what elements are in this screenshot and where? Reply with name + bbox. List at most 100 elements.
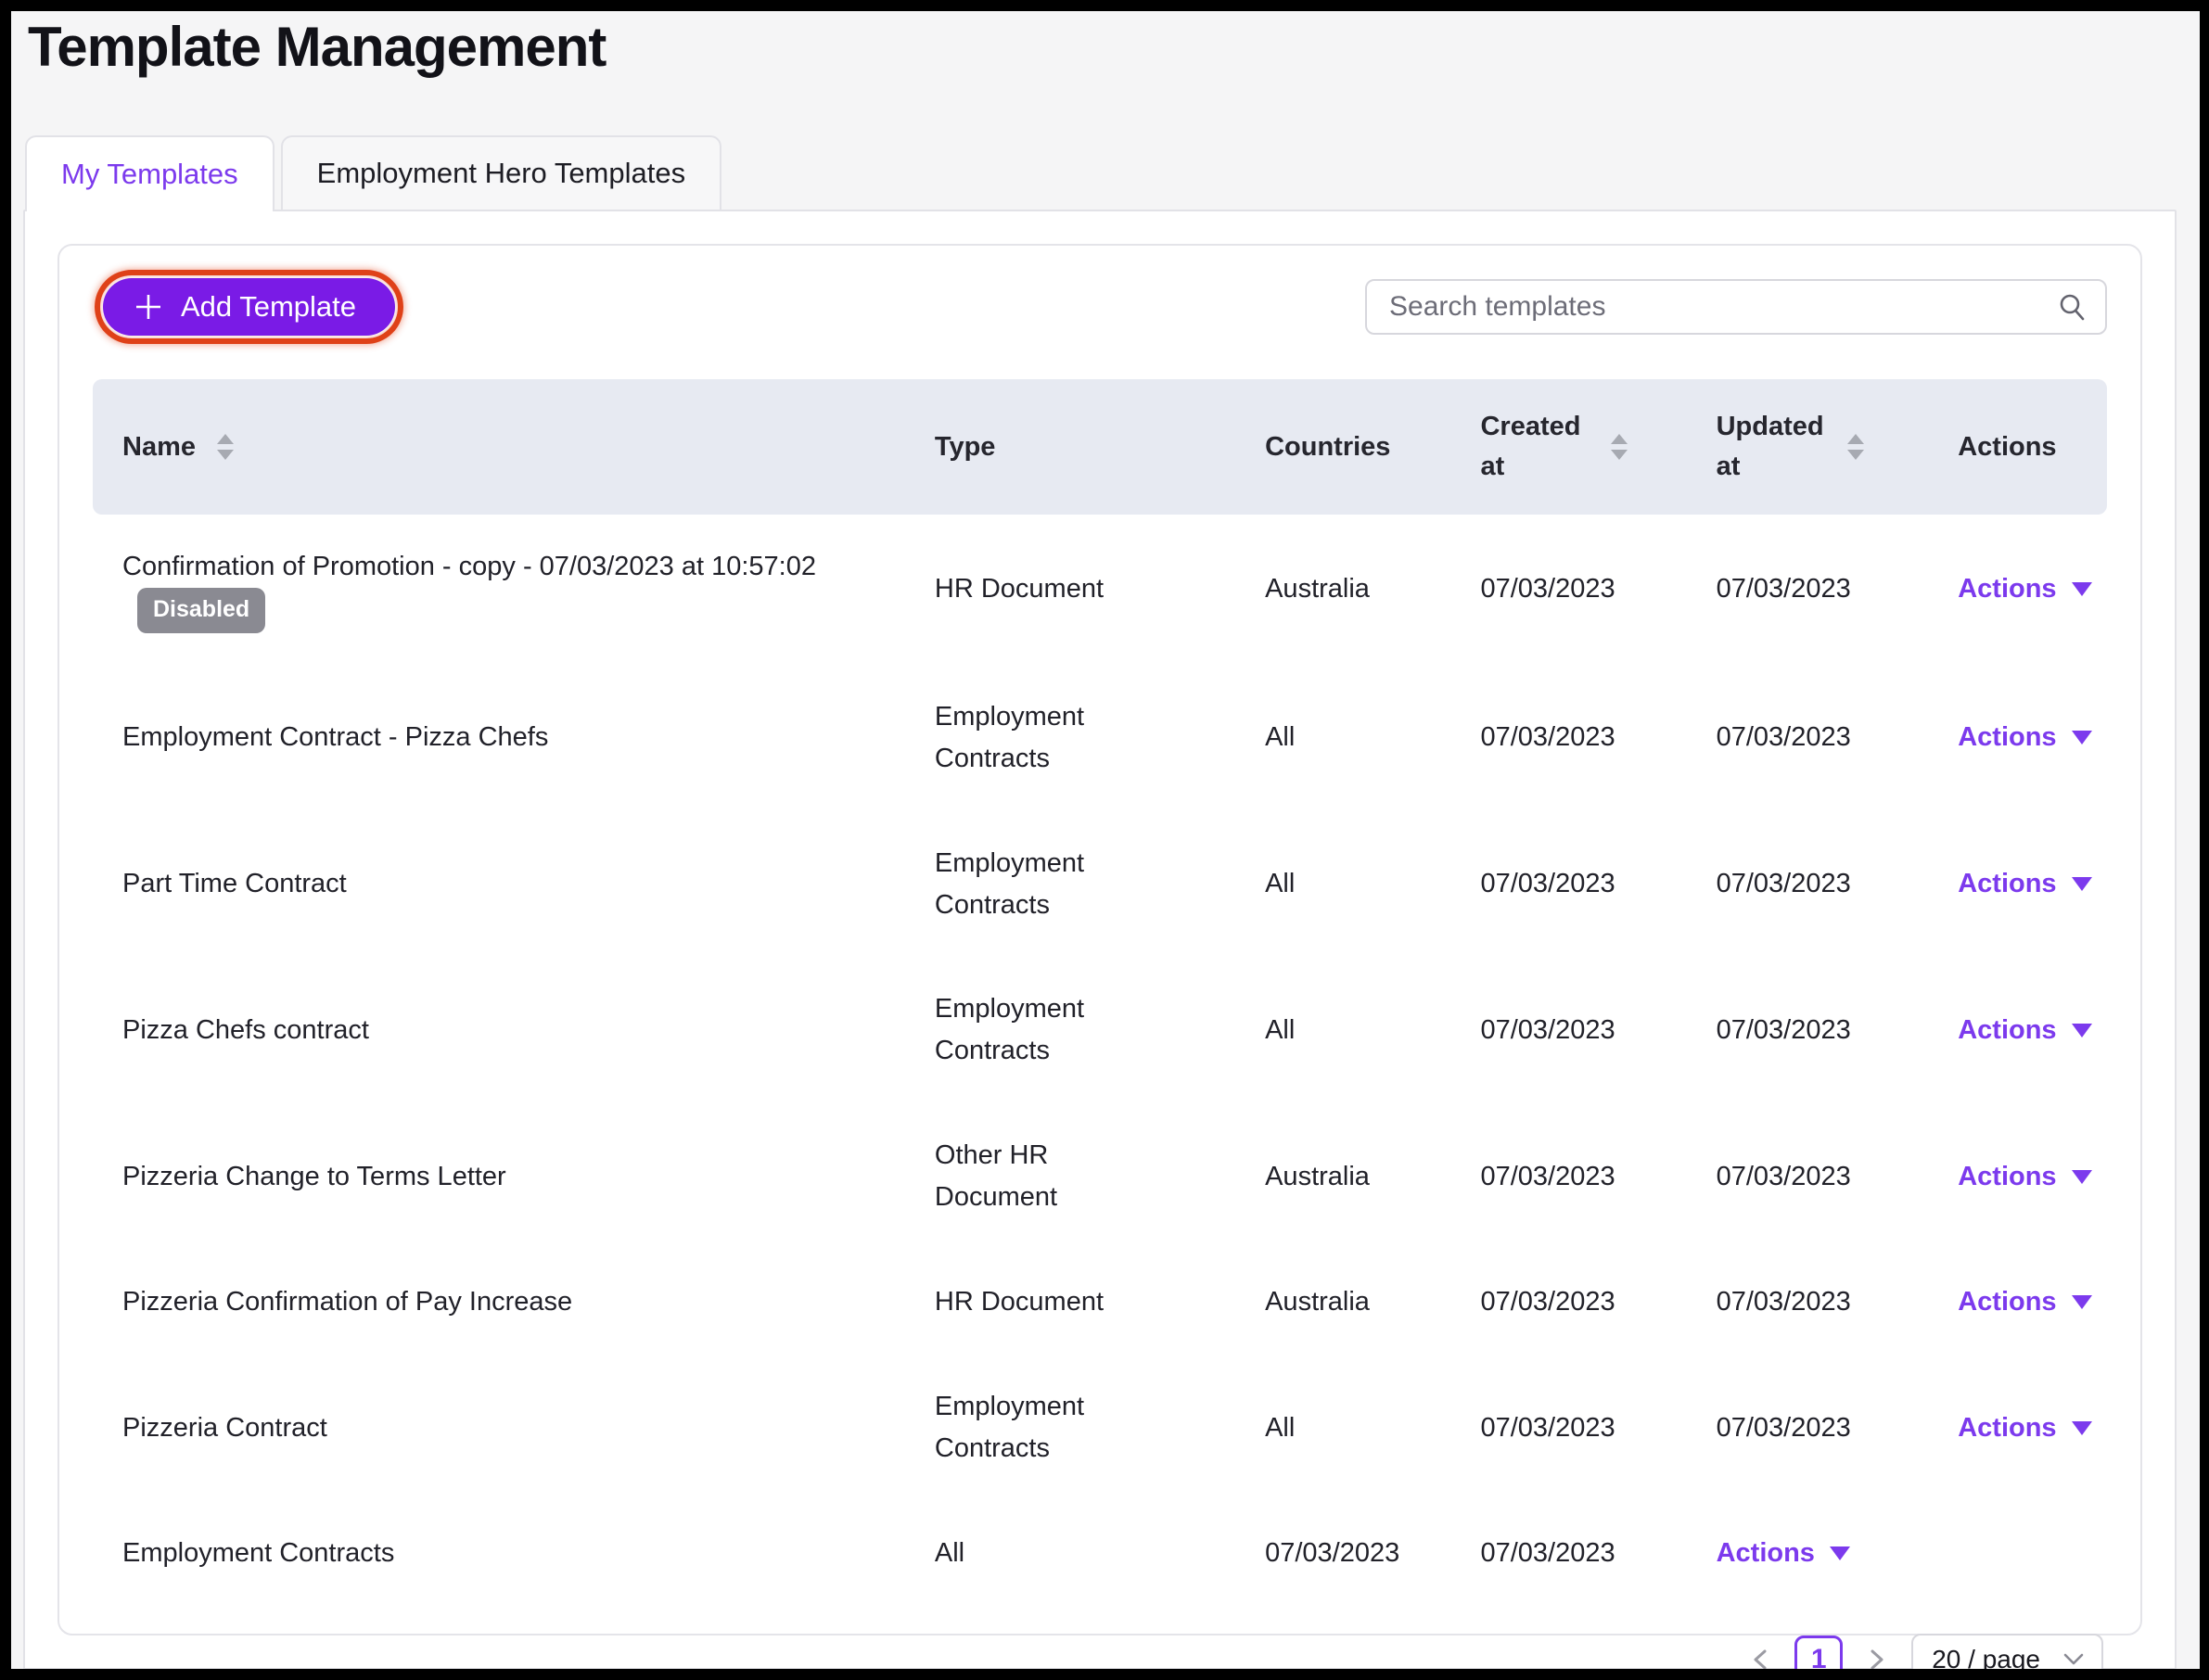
toolbar: Add Template — [93, 270, 2107, 344]
tab-label: Employment Hero Templates — [317, 157, 685, 190]
cell-name: Pizzeria Contract — [93, 1407, 935, 1449]
row-actions-button[interactable]: Actions — [1958, 1281, 2091, 1323]
column-label: Updated at — [1717, 407, 1826, 488]
annotation-highlight-ring: Add Template — [95, 270, 403, 344]
sort-arrows-icon[interactable] — [1846, 432, 1865, 462]
cell-type: All — [935, 1533, 1265, 1574]
cell-value: 07/03/2023 — [1480, 863, 1716, 905]
cell-name: Confirmation of Promotion - copy - 07/03… — [93, 546, 935, 633]
cell-value: Australia — [1265, 1156, 1480, 1198]
cell-value: 07/03/2023 — [1480, 1533, 1716, 1574]
row-actions-button[interactable]: Actions — [1958, 1156, 2091, 1198]
triangle-down-icon — [2072, 1295, 2092, 1309]
status-badge: Disabled — [137, 588, 265, 633]
search-box — [1365, 279, 2107, 335]
table-body: Confirmation of Promotion - copy - 07/03… — [93, 515, 2107, 1606]
cell-actions: Actions — [1717, 1533, 1959, 1574]
triangle-down-icon — [2072, 1170, 2092, 1184]
cell-text: 07/03/2023 — [1717, 574, 1851, 604]
cell-name: Pizzeria Confirmation of Pay Increase — [93, 1281, 935, 1323]
cell-value: Australia — [1265, 1281, 1480, 1323]
table-row: Part Time Contract Employment Contracts Al… — [93, 811, 2107, 958]
row-actions-button[interactable]: Actions — [1958, 863, 2091, 905]
cell-text: 07/03/2023 — [1717, 1287, 1851, 1317]
cell-type: Employment Contracts — [935, 696, 1265, 780]
cell-value: All — [1265, 863, 1480, 905]
cell-name: Employment Contracts — [93, 1533, 935, 1574]
cell-value: 07/03/2023 — [1480, 1010, 1716, 1051]
cell-text: 07/03/2023 — [1480, 574, 1615, 604]
cell-value: 07/03/2023 — [1265, 1533, 1480, 1574]
cell-text: 07/03/2023 — [1265, 1538, 1399, 1568]
cell-text: 07/03/2023 — [1717, 1413, 1851, 1443]
cell-text: 07/03/2023 — [1717, 869, 1851, 898]
cell-value: 07/03/2023 — [1717, 1407, 1959, 1449]
cell-text: 07/03/2023 — [1480, 1015, 1615, 1045]
cell-name: Pizzeria Change to Terms Letter — [93, 1156, 935, 1198]
row-actions-button[interactable]: Actions — [1958, 1407, 2091, 1449]
cell-text: 07/03/2023 — [1480, 1538, 1615, 1568]
cell-text: All — [1265, 722, 1295, 752]
cell-text: Confirmation of Promotion - copy - 07/03… — [122, 552, 816, 581]
sort-arrows-icon[interactable] — [1610, 432, 1628, 462]
cell-text: Other HR Document — [935, 1140, 1057, 1212]
chevron-right-icon — [1865, 1646, 1889, 1669]
add-template-button[interactable]: Add Template — [103, 278, 395, 336]
cell-name: Pizza Chefs contract — [93, 1010, 935, 1051]
cell-actions: Actions — [1958, 717, 2119, 758]
sort-arrows-icon[interactable] — [216, 432, 235, 462]
cell-text: Australia — [1265, 1287, 1370, 1317]
column-header-name[interactable]: Name — [93, 432, 935, 463]
row-actions-label: Actions — [1958, 568, 2056, 610]
tab-employment-hero-templates[interactable]: Employment Hero Templates — [281, 135, 721, 210]
table-row: Employment ContractsAll07/03/202307/03/2… — [93, 1501, 2107, 1606]
cell-actions: Actions — [1958, 1281, 2119, 1323]
cell-type: HR Document — [935, 1281, 1265, 1323]
row-actions-button[interactable]: Actions — [1958, 1010, 2091, 1051]
triangle-down-icon — [2072, 1024, 2092, 1037]
cell-text: 07/03/2023 — [1717, 722, 1851, 752]
cell-value: 07/03/2023 — [1717, 1156, 1959, 1198]
cell-actions: Actions — [1958, 1010, 2119, 1051]
row-actions-label: Actions — [1958, 1281, 2056, 1323]
cell-text: Employment Contracts — [935, 848, 1084, 920]
chevron-down-icon — [2062, 1652, 2085, 1667]
cell-actions: Actions — [1958, 1156, 2119, 1198]
row-actions-button[interactable]: Actions — [1717, 1533, 1850, 1574]
column-header-updated-at[interactable]: Updated at — [1717, 407, 1959, 488]
cell-value: 07/03/2023 — [1717, 568, 1959, 610]
triangle-down-icon — [2072, 582, 2092, 596]
row-actions-button[interactable]: Actions — [1958, 717, 2091, 758]
cell-value: 07/03/2023 — [1480, 717, 1716, 758]
page-number-button[interactable]: 1 — [1794, 1635, 1843, 1669]
cell-type: Employment Contracts — [935, 1386, 1265, 1470]
row-actions-label: Actions — [1958, 1156, 2056, 1198]
cell-value: All — [1265, 1010, 1480, 1051]
cell-text: 07/03/2023 — [1717, 1015, 1851, 1045]
column-label: Name — [122, 432, 196, 463]
page-size-select[interactable]: 20 / page — [1911, 1634, 2103, 1669]
table-row: Pizzeria Change to Terms Letter Other HR … — [93, 1103, 2107, 1250]
column-header-created-at[interactable]: Created at — [1480, 407, 1716, 488]
row-actions-button[interactable]: Actions — [1958, 568, 2091, 610]
table-row: Employment Contract - Pizza ChefsEmploym… — [93, 665, 2107, 811]
row-actions-label: Actions — [1958, 1407, 2056, 1449]
row-actions-label: Actions — [1958, 1010, 2056, 1051]
cell-value: 07/03/2023 — [1717, 863, 1959, 905]
previous-page-button[interactable] — [1744, 1642, 1776, 1669]
next-page-button[interactable] — [1861, 1642, 1893, 1669]
cell-text: All — [1265, 1413, 1295, 1443]
column-label: Actions — [1958, 432, 2056, 463]
cell-text: HR Document — [935, 1287, 1104, 1317]
search-input[interactable] — [1365, 279, 2107, 335]
cell-value: All — [1265, 1407, 1480, 1449]
tab-my-templates[interactable]: My Templates — [25, 135, 275, 211]
cell-value: All — [1265, 717, 1480, 758]
column-label: Type — [935, 432, 996, 463]
cell-text: Pizzeria Change to Terms Letter — [122, 1162, 506, 1191]
column-label: Created at — [1480, 407, 1590, 488]
cell-text: 07/03/2023 — [1717, 1162, 1851, 1191]
cell-text: 07/03/2023 — [1480, 722, 1615, 752]
cell-value: 07/03/2023 — [1480, 1281, 1716, 1323]
cell-text: Part Time Contract — [122, 869, 347, 898]
